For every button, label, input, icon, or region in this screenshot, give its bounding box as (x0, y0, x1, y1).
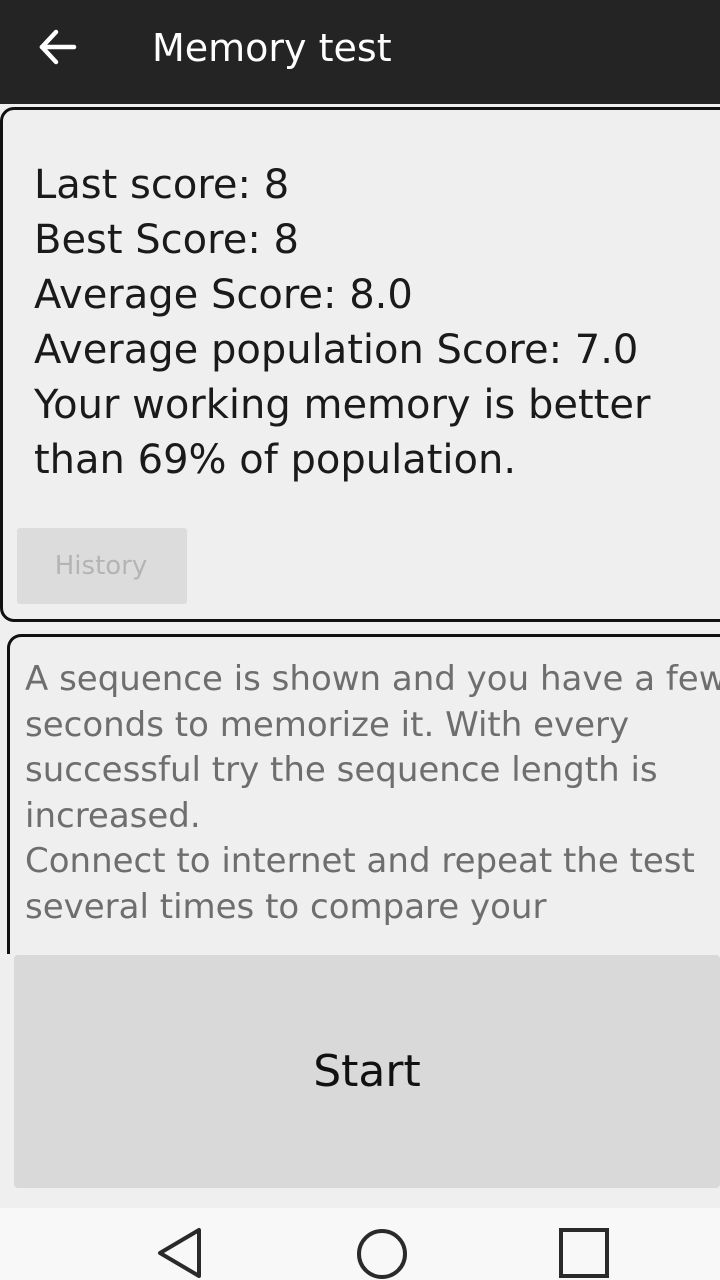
app-screen: Memory test Last score: 8 Best Score: 8 … (0, 0, 720, 1280)
description-line: Connect to internet and repeat the test (25, 841, 695, 881)
app-toolbar: Memory test (0, 0, 720, 104)
score-summary: Last score: 8 Best Score: 8 Average Scor… (34, 158, 704, 488)
arrow-left-icon (39, 29, 77, 65)
square-recents-icon (559, 1228, 609, 1278)
start-button[interactable]: Start (14, 955, 720, 1188)
nav-recents-button[interactable] (556, 1224, 612, 1280)
triangle-back-icon (158, 1228, 201, 1278)
description-text: A sequence is shown and you have a few s… (25, 657, 720, 930)
score-card: Last score: 8 Best Score: 8 Average Scor… (0, 107, 720, 622)
best-score: Best Score: 8 (34, 217, 299, 263)
system-navigation-bar (0, 1208, 720, 1280)
description-line: successful try the sequence length is (25, 750, 658, 790)
circle-home-icon (357, 1229, 407, 1279)
last-score: Last score: 8 (34, 162, 290, 208)
percentile-comparison: Your working memory is better than 69% o… (34, 382, 651, 483)
description-line: increased. (25, 795, 201, 836)
nav-back-button[interactable] (152, 1224, 208, 1280)
population-average-score: Average population Score: 7.0 (34, 327, 639, 373)
average-score: Average Score: 8.0 (34, 272, 413, 318)
description-line: several times to compare your (25, 886, 547, 927)
back-button[interactable] (28, 22, 88, 72)
history-button[interactable]: History (17, 528, 187, 604)
description-panel[interactable]: A sequence is shown and you have a few s… (7, 634, 720, 954)
description-line: A sequence is shown and you have a few (25, 659, 720, 699)
description-line: seconds to memorize it. With every (25, 704, 630, 745)
nav-home-button[interactable] (354, 1224, 410, 1280)
page-title: Memory test (152, 26, 392, 70)
